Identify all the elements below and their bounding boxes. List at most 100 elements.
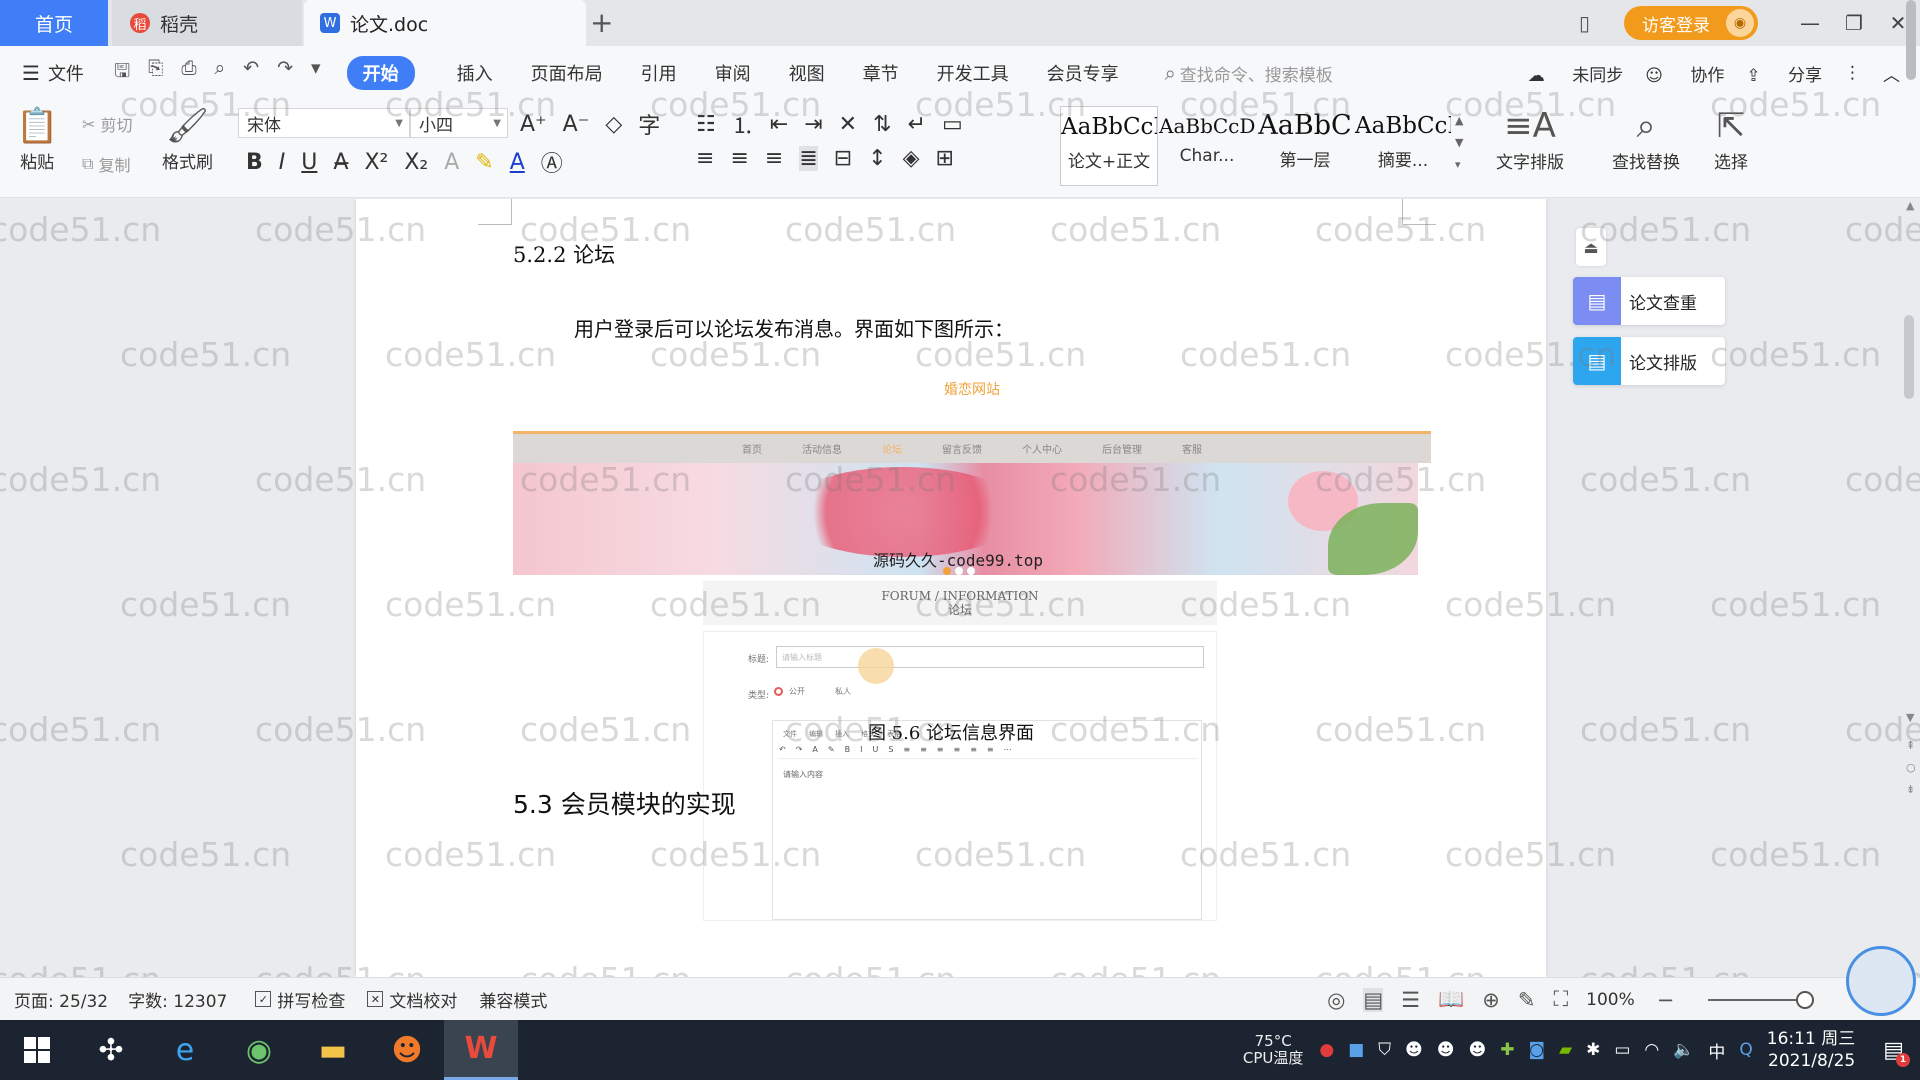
zoom-out-icon[interactable]: − [1657,988,1675,1012]
web-view-icon[interactable]: ⊕ [1482,988,1500,1012]
style-abstract[interactable]: AaBbCcI 摘要... [1354,106,1452,186]
share-button[interactable]: ⇪ 分享 [1746,61,1822,86]
taskbar-wps-icon[interactable]: W [444,1020,518,1080]
more-icon[interactable]: ⋮ [1844,63,1861,83]
volume-icon[interactable]: 🔈 [1673,1040,1694,1060]
tab-section[interactable]: 章节 [863,60,899,86]
style-scroll-arrows[interactable]: ▲ ▼ ▾ [1455,110,1463,176]
superscript-icon[interactable]: X² [364,150,388,175]
eye-protect-icon[interactable]: ◎ [1327,988,1345,1012]
taskbar-app-icon[interactable]: ☻ [370,1020,444,1080]
notification-icon[interactable]: ▤ 1 [1883,1038,1910,1067]
find-replace-button[interactable]: ⌕ 查找替换 [1612,104,1680,173]
prev-page-icon[interactable]: ⇞ [1906,739,1915,752]
taskbar-explorer-icon[interactable]: ▬ [296,1020,370,1080]
wifi-icon[interactable]: ◠ [1644,1040,1659,1060]
document-page[interactable]: 5.2.2 论坛 用户登录后可以论坛发布消息。界面如下图所示： 婚恋网站 首页 … [356,199,1546,977]
align-left-icon[interactable]: ≡ [696,146,714,171]
undo-icon[interactable]: ↶ [243,57,259,89]
style-level1[interactable]: AaBbC 第一层 [1256,106,1354,186]
print-preview-icon[interactable]: ⌕ [215,57,226,89]
panel-collapse-button[interactable]: ⏏ [1576,228,1606,266]
zoom-slider[interactable] [1708,990,1815,1009]
tab-view[interactable]: 视图 [789,60,825,86]
output-icon[interactable]: ⎘ [148,57,163,89]
guest-login-button[interactable]: 访客登录 ◉ [1624,6,1758,40]
style-thesis-body[interactable]: AaBbCcI 论文+正文 [1060,106,1158,186]
taskbar-app-fan-icon[interactable]: ✣ [74,1020,148,1080]
justify-icon[interactable]: ≣ [799,146,818,171]
taskbar-browser-icon[interactable]: ◉ [222,1020,296,1080]
tab-references[interactable]: 引用 [641,60,677,86]
numbering-icon[interactable]: ⒈ [732,108,754,140]
spell-check-button[interactable]: ✓ 拼写检查 [255,987,345,1012]
scrollbar-thumb[interactable] [1904,315,1914,399]
word-count[interactable]: 字数: 12307 [128,987,227,1012]
table-ruler-icon[interactable]: ▭ [942,112,963,137]
tab-member[interactable]: 会员专享 [1047,60,1119,86]
tab-home[interactable]: 首页 [0,0,108,46]
vertical-scrollbar[interactable]: ▲ ▼ ⇞ ○ ⇟ [1900,199,1920,977]
figure-screenshot[interactable]: 婚恋网站 首页 活动信息 论坛 留言反馈 个人中心 后台管理 客服 源码久久-c… [513,379,1431,921]
ribbon-scrollbar[interactable] [1906,0,1916,80]
text-layout-button[interactable]: ≡A 文字排版 [1496,104,1564,173]
font-name-select[interactable]: 宋体 ▼ [238,108,410,138]
sync-button[interactable]: ☁ 未同步 [1528,61,1623,86]
bullets-icon[interactable]: ☷ [696,112,716,137]
align-right-icon[interactable]: ≡ [765,146,783,171]
text-effect-icon[interactable]: A [444,150,459,175]
increase-indent-icon[interactable]: ⇥ [804,112,822,137]
highlight-icon[interactable]: ✎ [475,150,493,175]
bold-icon[interactable]: B [246,150,263,175]
scroll-up-icon[interactable]: ▲ [1906,199,1914,212]
italic-icon[interactable]: I [279,150,286,175]
redo-icon[interactable]: ↷ [277,57,293,89]
copy-button[interactable]: ⧉ 复制 [82,152,131,176]
tab-review[interactable]: 审阅 [715,60,751,86]
thesis-layout-button[interactable]: ▤ 论文排版 [1573,337,1725,385]
chinese-layout-icon[interactable]: ✕ [839,112,857,137]
taskbar-clock[interactable]: 16:11 周三 2021/8/25 [1767,1028,1855,1072]
start-button[interactable] [0,1020,74,1080]
paste-button[interactable]: 📋 粘贴 [16,104,58,173]
document-area[interactable]: 5.2.2 论坛 用户登录后可以论坛发布消息。界面如下图所示： 婚恋网站 首页 … [0,199,1900,977]
restore-button[interactable]: ❐ [1832,11,1876,35]
write-view-icon[interactable]: ✎ [1518,988,1536,1012]
format-painter-button[interactable]: 🖌 格式刷 [162,104,213,173]
scroll-down-icon[interactable]: ▼ [1906,711,1914,724]
window-layout-icon[interactable]: ▯ [1579,11,1590,35]
tray-search-icon[interactable]: Q [1739,1040,1752,1060]
read-view-icon[interactable]: 📖 [1438,987,1464,1012]
proofread-button[interactable]: ✕ 文档校对 [367,987,457,1012]
line-spacing-icon[interactable]: ↕ [868,146,886,171]
align-center-icon[interactable]: ≡ [730,146,748,171]
tab-developer[interactable]: 开发工具 [937,60,1009,86]
phonetic-icon[interactable]: 字 [638,108,660,140]
font-size-select[interactable]: 小四 ▼ [410,108,508,138]
tab-start[interactable]: 开始 [346,56,415,90]
tray-app-icon[interactable]: ● [1319,1040,1334,1060]
tab-daoke[interactable]: 稻 稻壳 [112,0,302,46]
collapse-ribbon-icon[interactable]: ︿ [1883,61,1900,86]
print-icon[interactable]: ⎙ [181,57,196,89]
distribute-icon[interactable]: ⊟ [834,146,852,171]
tray-app-icon[interactable]: ■ [1348,1040,1364,1060]
tray-qq-icon[interactable]: ☻ [1405,1040,1423,1060]
tab-document[interactable]: W 论文.doc [304,0,586,46]
assistant-widget[interactable] [1846,946,1916,1016]
outline-view-icon[interactable]: ☰ [1401,988,1420,1012]
minimize-button[interactable]: — [1788,11,1832,35]
tray-qq-icon[interactable]: ☻ [1437,1040,1455,1060]
zoom-level[interactable]: 100% [1586,990,1635,1010]
char-border-icon[interactable]: Ⓐ [541,146,563,178]
tray-shield-icon[interactable]: ⛉ [1378,1040,1391,1060]
cut-button[interactable]: ✂ 剪切 [82,112,133,136]
grow-font-icon[interactable]: A⁺ [520,112,547,137]
borders-icon[interactable]: ⊞ [936,146,954,171]
strikethrough-icon[interactable]: A̶ [333,150,348,175]
show-marks-icon[interactable]: ↵ [908,112,926,137]
underline-icon[interactable]: U [301,150,317,175]
bluetooth-icon[interactable]: ✱ [1586,1040,1600,1060]
battery-icon[interactable]: ▭ [1614,1040,1630,1060]
shading-icon[interactable]: ◈ [903,146,920,171]
